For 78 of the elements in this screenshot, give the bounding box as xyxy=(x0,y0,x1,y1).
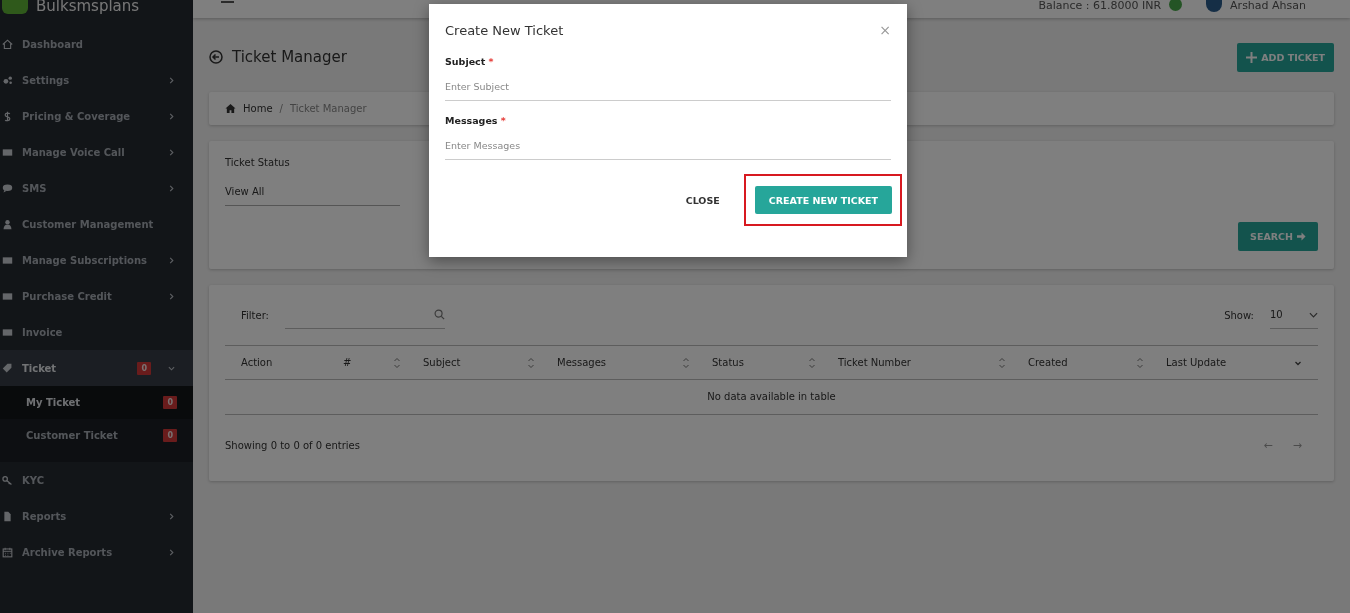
dollar-icon xyxy=(2,110,13,122)
previous-page-link[interactable]: ← xyxy=(1263,438,1273,452)
dialog-title: Create New Ticket xyxy=(445,22,564,38)
list-icon xyxy=(2,254,13,266)
show-label: Show: xyxy=(1224,309,1254,321)
sidebar-item[interactable]: SMS xyxy=(0,170,193,206)
home-icon xyxy=(225,103,236,114)
sidebar-item[interactable]: Purchase Credit xyxy=(0,278,193,314)
sidebar-item[interactable]: Dashboard xyxy=(0,26,193,62)
page-title: Ticket Manager xyxy=(232,48,347,66)
speech-bubble-icon xyxy=(2,182,13,194)
chevron-down-icon xyxy=(1309,311,1318,318)
close-button[interactable]: × xyxy=(879,22,891,38)
column-header[interactable]: Last Update xyxy=(1166,356,1318,369)
field-label: Messages * xyxy=(445,115,507,126)
document-icon xyxy=(2,510,13,522)
person-icon xyxy=(2,218,13,230)
user-name[interactable]: Arshad Ahsan xyxy=(1230,0,1306,12)
column-header: Action xyxy=(241,357,274,368)
sort-icon xyxy=(1136,356,1144,369)
ticket-status-select[interactable]: View All xyxy=(225,168,400,206)
page-size-select[interactable]: 10 xyxy=(1270,301,1318,329)
sidebar-subitem[interactable]: Customer Ticket 0 xyxy=(0,419,193,452)
list-icon xyxy=(2,146,13,158)
sidebar-item[interactable]: Ticket 0 xyxy=(0,350,193,386)
count-badge: 0 xyxy=(163,396,177,409)
breadcrumb-link[interactable]: Home xyxy=(243,103,273,114)
logo-icon xyxy=(2,0,28,14)
sidebar-subitem[interactable]: My Ticket 0 xyxy=(0,386,193,419)
add-circle-icon[interactable] xyxy=(1169,0,1183,11)
sort-icon xyxy=(682,356,690,369)
column-header[interactable]: Ticket Number xyxy=(838,356,1028,369)
sidebar-item[interactable]: Settings xyxy=(0,62,193,98)
list-icon xyxy=(2,290,13,302)
brand-name: Bulksmsplans xyxy=(36,0,140,13)
filter-label: Filter: xyxy=(241,309,269,321)
sort-icon xyxy=(393,356,401,369)
entries-info: Showing 0 to 0 of 0 entries xyxy=(225,439,360,451)
count-badge: 0 xyxy=(137,361,151,375)
ticket-status-label: Ticket Status xyxy=(225,157,291,168)
back-arrow-icon[interactable] xyxy=(209,50,223,64)
sidebar-item[interactable]: Pricing & Coverage xyxy=(0,98,193,134)
sidebar-item[interactable]: Customer Management xyxy=(0,206,193,242)
column-header[interactable]: Subject xyxy=(423,356,557,369)
sort-icon xyxy=(998,356,1006,369)
next-page-link[interactable]: → xyxy=(1292,438,1302,452)
column-header[interactable]: # xyxy=(343,356,423,369)
calendar-icon xyxy=(2,546,13,558)
home-icon xyxy=(2,38,13,50)
search-icon xyxy=(433,309,445,320)
column-header[interactable]: Messages xyxy=(557,356,712,369)
sort-icon xyxy=(808,356,816,369)
empty-table-message: No data available in table xyxy=(225,380,1318,415)
search-button[interactable]: SEARCH xyxy=(1238,222,1318,251)
field-label: Subject * xyxy=(445,56,495,67)
breadcrumb-current: Ticket Manager xyxy=(289,103,367,114)
create-ticket-button[interactable]: CREATE NEW TICKET xyxy=(754,186,892,214)
sidebar-item[interactable]: Manage Subscriptions xyxy=(0,242,193,278)
count-badge: 0 xyxy=(163,429,177,442)
sidebar-item[interactable]: Manage Voice Call xyxy=(0,134,193,170)
key-icon xyxy=(2,474,13,486)
close-text-button[interactable]: CLOSE xyxy=(681,186,724,214)
sidebar-item[interactable]: Archive Reports xyxy=(0,534,193,570)
breadcrumb-separator: / xyxy=(279,103,283,114)
add-ticket-button[interactable]: ADD TICKET xyxy=(1237,42,1334,72)
plus-icon xyxy=(1246,51,1258,63)
column-header[interactable]: Created xyxy=(1028,356,1166,369)
sidebar-item[interactable]: Reports xyxy=(0,498,193,534)
sidebar-item[interactable]: Invoice xyxy=(0,314,193,350)
column-header[interactable]: Status xyxy=(712,356,838,369)
arrow-right-icon xyxy=(1297,232,1306,241)
gears-icon xyxy=(2,74,13,86)
tag-icon xyxy=(2,362,13,374)
sidebar-item[interactable]: KYC xyxy=(0,462,193,498)
avatar-icon[interactable] xyxy=(1206,0,1223,12)
list-icon xyxy=(2,326,13,338)
balance-text: Balance : 61.8000 INR xyxy=(1038,0,1162,12)
sort-icon xyxy=(527,356,535,369)
